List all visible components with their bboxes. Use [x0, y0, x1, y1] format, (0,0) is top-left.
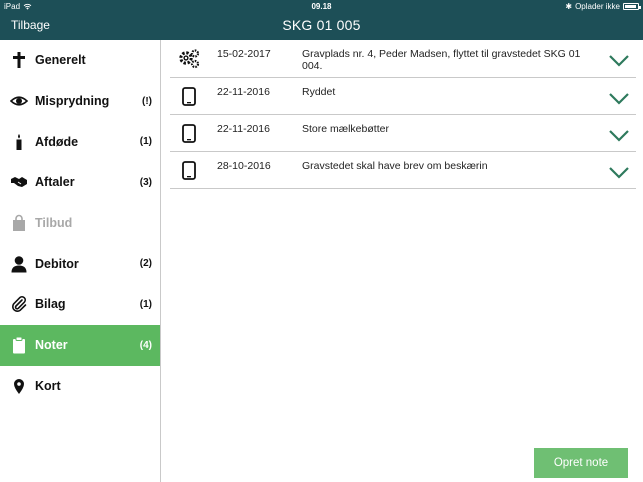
- page-title: SKG 01 005: [282, 17, 361, 33]
- candle-icon: [10, 132, 28, 152]
- note-text: Gravstedet skal have brev om beskærin: [302, 160, 488, 172]
- sidebar-item-label: Generelt: [35, 53, 86, 68]
- sidebar-item-afdode[interactable]: Afdøde (1): [0, 121, 160, 162]
- sidebar-item-label: Debitor: [35, 256, 79, 271]
- sidebar-item-count: (2): [139, 258, 152, 270]
- sidebar-item-label: Tilbud: [35, 216, 73, 231]
- sidebar-item-label: Misprydning: [35, 94, 110, 109]
- battery-icon: [623, 3, 641, 10]
- sidebar-item-label: Afdøde: [35, 134, 79, 149]
- clipboard-icon: [10, 335, 28, 355]
- note-list: 15-02-2017 Gravplads nr. 4, Peder Madsen…: [170, 40, 636, 189]
- handshake-icon: [10, 172, 28, 192]
- sidebar-item-label: Aftaler: [35, 175, 75, 190]
- sidebar-item-count: (1): [139, 298, 152, 310]
- sidebar-item-aftaler[interactable]: Aftaler (3): [0, 162, 160, 203]
- note-date: 15-02-2017: [217, 48, 271, 60]
- chevron-down-icon[interactable]: [608, 166, 630, 179]
- tablet-icon: [178, 124, 200, 144]
- notes-panel: 15-02-2017 Gravplads nr. 4, Peder Madsen…: [162, 40, 643, 482]
- top-bar: iPad 09.18 ✱ Oplader ikke Tilbage SKG 01…: [0, 0, 643, 40]
- tablet-icon: [178, 87, 200, 107]
- shopping-bag-icon: [10, 213, 28, 233]
- chevron-down-icon[interactable]: [608, 54, 630, 67]
- person-icon: [10, 254, 28, 274]
- sidebar-item-kort[interactable]: Kort: [0, 366, 160, 407]
- cross-icon: [10, 50, 28, 70]
- sidebar: Generelt Misprydning (!) Afdøde (1) Afta…: [0, 40, 161, 482]
- note-date: 28-10-2016: [217, 160, 271, 172]
- sidebar-item-label: Noter: [35, 338, 68, 353]
- sidebar-item-generelt[interactable]: Generelt: [0, 40, 160, 81]
- note-row[interactable]: 22-11-2016 Store mælkebøtter: [170, 115, 636, 152]
- eye-icon: [10, 91, 28, 111]
- paperclip-icon: [10, 294, 28, 314]
- gears-icon: [178, 49, 200, 69]
- note-text: Store mælkebøtter: [302, 123, 389, 135]
- note-row[interactable]: 15-02-2017 Gravplads nr. 4, Peder Madsen…: [170, 40, 636, 78]
- sidebar-item-label: Kort: [35, 378, 61, 393]
- sidebar-item-count: (!): [142, 95, 152, 107]
- chevron-down-icon[interactable]: [608, 129, 630, 142]
- sidebar-item-tilbud[interactable]: Tilbud: [0, 203, 160, 244]
- note-date: 22-11-2016: [217, 86, 270, 98]
- note-row[interactable]: 28-10-2016 Gravstedet skal have brev om …: [170, 152, 636, 189]
- bluetooth-icon: ✱: [565, 2, 573, 11]
- sidebar-item-debitor[interactable]: Debitor (2): [0, 243, 160, 284]
- tablet-icon: [178, 161, 200, 181]
- note-text: Gravplads nr. 4, Peder Madsen, flyttet t…: [302, 48, 581, 72]
- note-row[interactable]: 22-11-2016 Ryddet: [170, 78, 636, 115]
- sidebar-item-count: (1): [139, 136, 152, 148]
- charging-status: Oplader ikke: [575, 2, 620, 11]
- sidebar-item-count: (4): [139, 339, 152, 351]
- note-date: 22-11-2016: [217, 123, 270, 135]
- sidebar-item-misprydning[interactable]: Misprydning (!): [0, 81, 160, 122]
- create-note-button[interactable]: Opret note: [534, 448, 628, 478]
- note-text: Ryddet: [302, 86, 336, 98]
- chevron-down-icon[interactable]: [608, 92, 630, 105]
- sidebar-item-bilag[interactable]: Bilag (1): [0, 284, 160, 325]
- status-right: ✱ Oplader ikke: [565, 2, 641, 11]
- sidebar-item-noter[interactable]: Noter (4): [0, 324, 160, 366]
- sidebar-item-count: (3): [139, 176, 152, 188]
- sidebar-item-label: Bilag: [35, 297, 66, 312]
- map-pin-icon: [10, 376, 28, 396]
- status-time: 09.18: [311, 2, 332, 11]
